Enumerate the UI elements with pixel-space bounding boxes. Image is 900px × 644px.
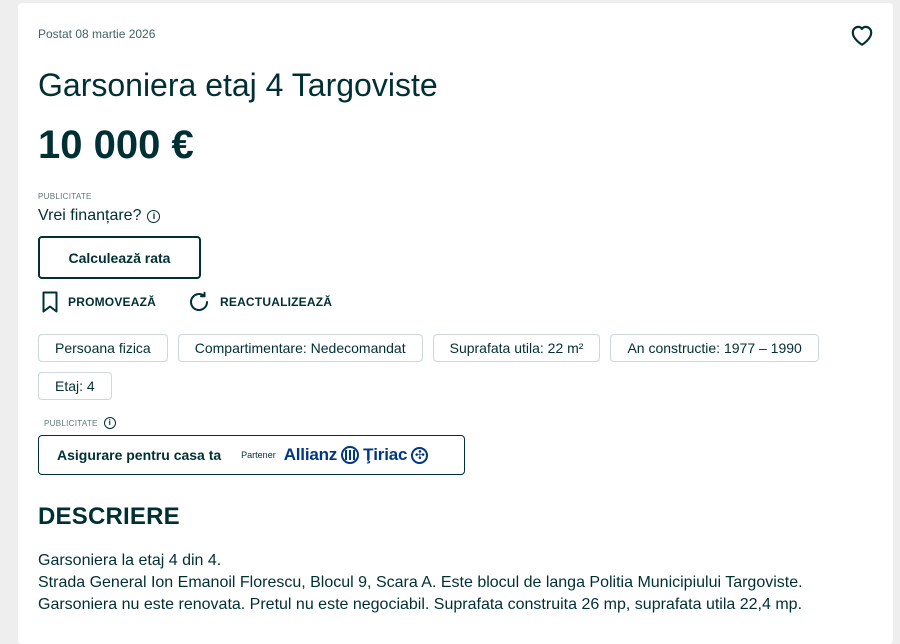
- partner-logo: Allianz Ţiriac ✣: [284, 445, 429, 465]
- financing-row: Vrei finanțare? i: [38, 207, 161, 225]
- promote-button[interactable]: PROMOVEAZĂ: [42, 291, 156, 313]
- refresh-button[interactable]: REACTUALIZEAZĂ: [188, 291, 332, 313]
- attribute-tags: Persoana fizica Compartimentare: Nedecom…: [38, 334, 878, 400]
- insurance-label: Asigurare pentru casa ta: [57, 447, 222, 463]
- insurance-ad-header: PUBLICITATE i: [44, 417, 116, 429]
- tag-seller-type: Persoana fizica: [38, 334, 168, 362]
- tag-construction-year: An constructie: 1977 – 1990: [610, 334, 819, 362]
- brand-name-allianz: Allianz: [283, 445, 338, 464]
- description-line: Strada General Ion Emanoil Florescu, Blo…: [38, 574, 803, 591]
- calculate-rate-button[interactable]: Calculează rata: [38, 236, 201, 279]
- promote-label: PROMOVEAZĂ: [68, 295, 157, 309]
- ad-label: PUBLICITATE: [38, 192, 92, 201]
- posted-date: Postat 08 martie 2026: [38, 27, 156, 41]
- description-line: Garsoniera la etaj 4 din 4.: [38, 552, 222, 569]
- brand-name-tiriac: Ţiriac: [363, 445, 408, 464]
- allianz-logo-icon: [341, 446, 360, 464]
- info-icon[interactable]: i: [103, 417, 116, 429]
- financing-question: Vrei finanțare?: [38, 207, 142, 224]
- listing-title: Garsoniera etaj 4 Targoviste: [38, 67, 438, 103]
- listing-card: Postat 08 martie 2026 Garsoniera etaj 4 …: [18, 3, 893, 644]
- tag-floor: Etaj: 4: [38, 372, 112, 400]
- listing-price: 10 000 €: [38, 123, 194, 167]
- partner-label: Partener: [241, 450, 276, 460]
- refresh-label: REACTUALIZEAZĂ: [220, 295, 333, 309]
- tag-area: Suprafata utila: 22 m²: [432, 334, 601, 362]
- refresh-icon: [190, 291, 209, 311]
- tag-layout: Compartimentare: Nedecomandat: [177, 334, 423, 362]
- description-heading: DESCRIERE: [38, 503, 180, 530]
- bookmark-icon: [42, 291, 58, 313]
- info-icon[interactable]: i: [147, 209, 161, 223]
- tiriac-logo-icon: ✣: [411, 446, 429, 464]
- ad-label: PUBLICITATE: [44, 418, 98, 428]
- description-body: Garsoniera la etaj 4 din 4. Strada Gener…: [38, 550, 878, 616]
- insurance-button[interactable]: Asigurare pentru casa ta Partener Allian…: [38, 435, 465, 475]
- heart-icon: [851, 25, 873, 46]
- favorite-button[interactable]: [849, 22, 875, 48]
- description-line: Garsoniera nu este renovata. Pretul nu e…: [38, 596, 803, 613]
